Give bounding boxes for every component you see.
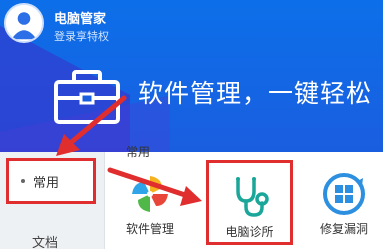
toolbox-icon xyxy=(54,70,120,124)
sidebar-item-label: 常用 xyxy=(33,176,60,191)
app-label: 电脑诊所 xyxy=(225,225,274,239)
stethoscope-icon xyxy=(235,177,269,217)
user-avatar-icon xyxy=(6,5,42,41)
avatar[interactable] xyxy=(4,3,44,43)
app-software-manager[interactable]: 软件管理 xyxy=(110,160,190,245)
bullet-icon xyxy=(21,179,25,183)
app-label: 软件管理 xyxy=(125,222,174,236)
app-fix-vulnerabilities[interactable]: 修复漏洞 xyxy=(304,160,383,245)
section-label: 常用 xyxy=(126,145,151,159)
app-pc-clinic[interactable]: 电脑诊所 xyxy=(206,160,293,245)
sidebar-item-common[interactable]: 常用 xyxy=(6,158,96,204)
login-link[interactable]: 登录享特权 xyxy=(54,28,109,44)
pinwheel-icon xyxy=(132,176,168,212)
hero-title: 软件管理，一键轻松 xyxy=(138,79,373,108)
windows-shield-icon xyxy=(323,173,365,215)
user-name: 电脑管家 xyxy=(54,12,107,27)
sidebar-item-documents[interactable]: 文档 xyxy=(32,232,58,249)
app-label: 修复漏洞 xyxy=(319,222,368,236)
